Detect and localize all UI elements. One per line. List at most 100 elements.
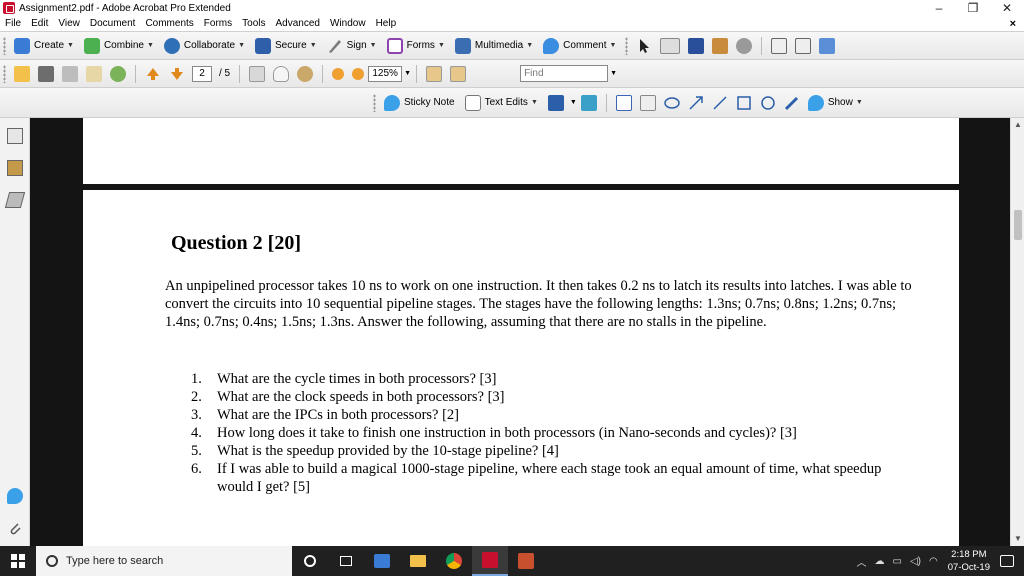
select-text-cursor-icon[interactable]	[249, 65, 266, 82]
page-number-input[interactable]: 2	[192, 65, 212, 82]
zoom-dropdown-icon[interactable]: ▼	[404, 70, 411, 77]
attachments-paperclip-icon[interactable]	[7, 520, 23, 536]
chevron-up-icon[interactable]: ︿	[857, 554, 867, 569]
task-view-button[interactable]	[328, 546, 364, 576]
close-button[interactable]: ✕	[990, 0, 1024, 16]
bookmarks-panel-icon[interactable]	[7, 160, 23, 176]
toolbar-gripper[interactable]	[3, 64, 6, 83]
taskbar-clock[interactable]: 2:18 PM 07-Oct-19	[948, 548, 990, 574]
web-globe-icon[interactable]	[110, 65, 126, 82]
maximize-button[interactable]: ❐	[956, 0, 990, 16]
clock-time: 2:18 PM	[951, 549, 987, 560]
menu-view[interactable]: View	[53, 18, 85, 29]
chrome-button[interactable]	[436, 546, 472, 576]
acrobat-taskbar-button[interactable]	[472, 546, 508, 576]
combo-box-icon[interactable]	[712, 37, 729, 54]
menu-document[interactable]: Document	[85, 18, 141, 29]
minimize-button[interactable]: –	[922, 0, 956, 16]
vertical-scrollbar[interactable]: ▲ ▼	[1010, 118, 1024, 546]
next-page-arrow-icon[interactable]	[169, 66, 185, 82]
window-controls: – ❐ ✕	[922, 0, 1024, 16]
zoom-tool-icon[interactable]	[297, 65, 314, 82]
menu-help[interactable]: Help	[371, 18, 402, 29]
volume-icon[interactable]: ◁)	[910, 556, 921, 567]
oval-tool-icon[interactable]	[760, 95, 776, 111]
file-explorer-button[interactable]	[400, 546, 436, 576]
create-button[interactable]: Create ▼	[10, 35, 78, 57]
battery-icon[interactable]: ▭	[893, 556, 902, 567]
scroll-down-icon[interactable]: ▼	[1011, 532, 1024, 546]
highlight-icon[interactable]	[580, 94, 597, 111]
text-box-icon[interactable]	[639, 94, 656, 111]
chevron-down-icon: ▼	[609, 42, 617, 49]
toolbar-gripper[interactable]	[625, 36, 629, 55]
sticky-note-button[interactable]: Sticky Note	[380, 92, 459, 114]
fit-page-icon[interactable]	[426, 65, 443, 82]
list-item-number: 1.	[191, 371, 202, 387]
secure-button[interactable]: Secure ▼	[251, 35, 321, 57]
show-button[interactable]: Show ▼	[804, 92, 867, 114]
cortana-button[interactable]	[292, 546, 328, 576]
select-arrow-icon[interactable]	[636, 38, 652, 54]
text-field-icon[interactable]	[688, 37, 705, 54]
wifi-icon[interactable]: ◠	[929, 556, 938, 567]
text-edits-button[interactable]: Text Edits ▼	[461, 92, 542, 114]
menu-advanced[interactable]: Advanced	[271, 18, 325, 29]
multimedia-button[interactable]: Multimedia ▼	[451, 35, 537, 57]
zoom-out-icon[interactable]	[332, 67, 345, 80]
add-field-icon[interactable]	[795, 37, 812, 54]
previous-page-arrow-icon[interactable]	[145, 66, 161, 82]
menu-file[interactable]: File	[0, 18, 26, 29]
print-icon[interactable]	[38, 65, 54, 82]
arrow-tool-icon[interactable]	[688, 95, 704, 111]
list-box-icon[interactable]	[736, 37, 753, 54]
comments-panel-icon[interactable]	[7, 488, 23, 504]
toolbar-gripper[interactable]	[373, 93, 376, 112]
field-properties-icon[interactable]	[771, 37, 788, 54]
combine-button[interactable]: Combine ▼	[80, 35, 158, 57]
save-icon[interactable]	[62, 65, 78, 82]
stamp-icon[interactable]	[547, 94, 564, 111]
fit-width-icon[interactable]	[450, 65, 467, 82]
toolbar-gripper[interactable]	[3, 36, 6, 55]
find-dropdown-icon[interactable]: ▼	[610, 70, 617, 77]
comment-button[interactable]: Comment ▼	[539, 35, 620, 57]
menu-forms[interactable]: Forms	[199, 18, 237, 29]
ok-button-icon[interactable]	[660, 37, 681, 54]
menu-comments[interactable]: Comments	[140, 18, 198, 29]
pencil-tool-icon[interactable]	[784, 95, 800, 111]
forms-button[interactable]: Forms ▼	[383, 35, 449, 57]
menu-window[interactable]: Window	[325, 18, 371, 29]
edit-field-icon[interactable]	[819, 37, 836, 54]
scroll-up-icon[interactable]: ▲	[1011, 118, 1024, 132]
zoom-level-input[interactable]: 125%	[368, 65, 403, 82]
open-folder-icon[interactable]	[14, 65, 30, 82]
rectangle-tool-icon[interactable]	[736, 95, 752, 111]
document-viewport[interactable]: Question 2 [20] An unpipelined processor…	[30, 118, 1010, 546]
menu-tools[interactable]: Tools	[237, 18, 270, 29]
scroll-thumb[interactable]	[1014, 210, 1022, 240]
signatures-panel-icon[interactable]	[4, 192, 26, 208]
cloud-icon[interactable]	[664, 95, 680, 111]
stamp-dropdown-icon[interactable]: ▼	[570, 99, 577, 106]
callout-icon[interactable]	[615, 94, 632, 111]
system-tray: ︿ ☁ ▭ ◁) ◠ 2:18 PM 07-Oct-19	[853, 546, 1024, 576]
start-button[interactable]	[0, 546, 36, 576]
comment-markup-toolbar: Sticky Note Text Edits ▼ ▼ Show ▼	[0, 88, 1024, 118]
hand-tool-icon[interactable]	[273, 65, 290, 82]
email-icon[interactable]	[86, 65, 102, 82]
sign-button[interactable]: Sign ▼	[323, 35, 381, 57]
menu-edit[interactable]: Edit	[26, 18, 53, 29]
find-input[interactable]: Find	[520, 65, 609, 82]
document-close-button[interactable]: ×	[1010, 18, 1024, 30]
word-button[interactable]	[508, 546, 544, 576]
zoom-in-icon[interactable]	[352, 67, 365, 80]
line-tool-icon[interactable]	[712, 95, 728, 111]
collaborate-button[interactable]: Collaborate ▼	[160, 35, 249, 57]
onedrive-cloud-icon[interactable]: ☁	[875, 556, 885, 567]
store-app-button[interactable]	[364, 546, 400, 576]
pages-panel-icon[interactable]	[7, 128, 23, 144]
list-item: 5. What is the speedup provided by the 1…	[191, 442, 891, 460]
taskbar-search-input[interactable]: Type here to search	[36, 546, 292, 576]
notification-center-icon[interactable]	[1000, 555, 1014, 567]
